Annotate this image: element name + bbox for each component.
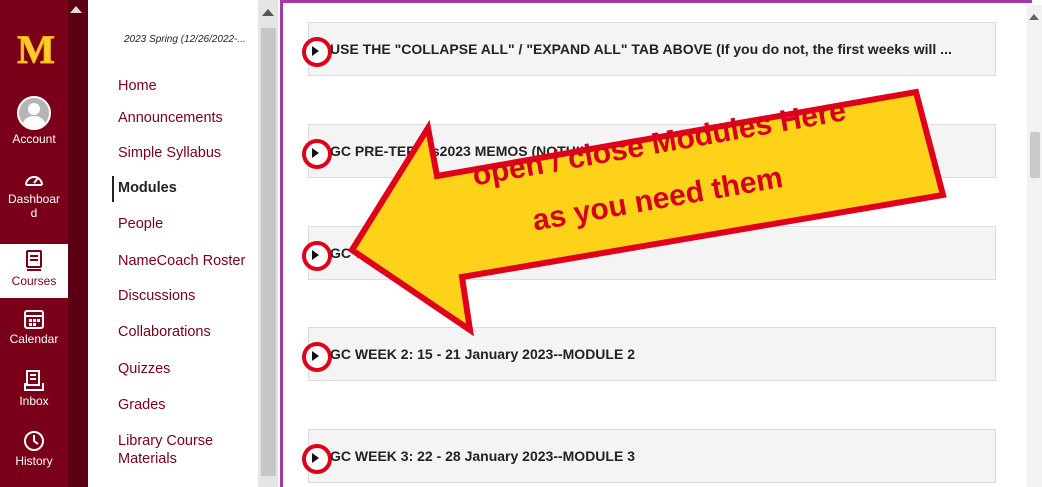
course-nav-discussions[interactable]: Discussions xyxy=(118,287,195,305)
scroll-up-arrow-icon[interactable] xyxy=(262,9,274,16)
global-nav-scrollbar[interactable] xyxy=(68,0,88,487)
module-title[interactable]: USE THE "COLLAPSE ALL" / "EXPAND ALL" TA… xyxy=(330,41,952,57)
course-nav-scroll-thumb[interactable] xyxy=(261,28,276,476)
module-title[interactable]: GC WEEK 3: 22 - 28 January 2023--MODULE … xyxy=(330,448,635,464)
global-nav-account[interactable]: Account xyxy=(0,96,68,146)
course-nav-home[interactable]: Home xyxy=(118,77,157,95)
global-nav-calendar[interactable]: Calendar xyxy=(0,308,68,346)
main-scroll-thumb[interactable] xyxy=(1030,132,1040,178)
global-nav-dashboard[interactable]: Dashboar d xyxy=(0,170,68,220)
active-indicator xyxy=(112,176,114,202)
calendar-icon xyxy=(24,310,44,329)
global-nav-history[interactable]: History xyxy=(0,430,68,468)
book-icon xyxy=(26,250,42,271)
expand-toggle-icon[interactable] xyxy=(302,139,332,169)
course-nav-simple-syllabus[interactable]: Simple Syllabus xyxy=(118,144,221,162)
course-nav-library-course-materials[interactable]: Library Course Materials xyxy=(118,432,238,468)
course-nav-collaborations[interactable]: Collaborations xyxy=(118,323,211,341)
expand-toggle-icon[interactable] xyxy=(302,342,332,372)
clock-icon xyxy=(24,431,44,451)
scroll-up-arrow-icon[interactable] xyxy=(1029,14,1039,20)
inbox-icon xyxy=(24,370,44,391)
module-title[interactable]: GC WEEK 2: 15 - 21 January 2023--MODULE … xyxy=(330,346,635,362)
main-scrollbar[interactable] xyxy=(1027,5,1042,487)
dashboard-gauge-icon xyxy=(25,176,43,186)
course-nav-people[interactable]: People xyxy=(118,215,163,233)
expand-toggle-icon[interactable] xyxy=(302,444,332,474)
course-nav-grades[interactable]: Grades xyxy=(118,396,166,414)
expand-toggle-icon[interactable] xyxy=(302,241,332,271)
module-title[interactable]: GC WEEK 1: ... --MODULE 1 xyxy=(330,245,514,261)
course-nav-namecoach-roster[interactable]: NameCoach Roster xyxy=(118,252,245,270)
global-nav-courses[interactable]: Courses xyxy=(0,244,68,298)
university-logo[interactable]: M xyxy=(10,29,62,70)
course-nav-announcements[interactable]: Announcements xyxy=(118,109,223,127)
course-nav-modules[interactable]: Modules xyxy=(118,179,177,197)
scroll-up-arrow-icon[interactable] xyxy=(70,6,82,13)
user-avatar-icon xyxy=(17,96,51,130)
expand-toggle-icon[interactable] xyxy=(302,37,332,67)
course-nav-quizzes[interactable]: Quizzes xyxy=(118,360,170,378)
course-nav xyxy=(88,0,280,487)
course-term: 2023 Spring (12/26/2022-... xyxy=(124,34,246,45)
global-nav-inbox[interactable]: Inbox xyxy=(0,370,68,408)
